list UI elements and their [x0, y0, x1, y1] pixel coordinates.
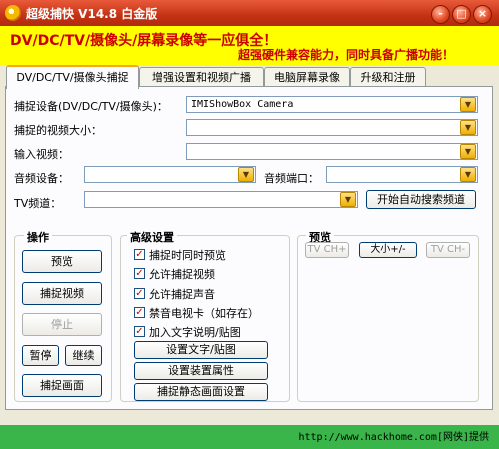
- capture-video-button[interactable]: 捕捉视频: [22, 282, 102, 305]
- device-label: 捕捉设备(DV/DC/TV/摄像头)：: [14, 100, 168, 113]
- stop-button[interactable]: 停止: [22, 313, 102, 336]
- add-text-overlay-checkbox[interactable]: ✓: [134, 326, 145, 337]
- tab-capture[interactable]: DV/DC/TV/摄像头捕捉: [6, 65, 139, 89]
- preview-group: [297, 235, 479, 402]
- audio-port-select[interactable]: [326, 166, 478, 183]
- video-size-label: 捕捉的视频大小：: [14, 124, 102, 137]
- input-video-label: 输入视频：: [14, 148, 69, 161]
- maximize-button[interactable]: □: [452, 5, 471, 24]
- audio-device-select[interactable]: [84, 166, 256, 183]
- audio-port-label: 音频端口：: [264, 172, 319, 185]
- still-capture-settings-button[interactable]: 捕捉静态画面设置: [134, 383, 268, 401]
- chevron-down-icon[interactable]: ▼: [460, 144, 476, 159]
- mute-tv-card-checkbox[interactable]: ✓: [134, 307, 145, 318]
- input-video-select[interactable]: [186, 143, 478, 160]
- app-logo-icon: [5, 5, 21, 21]
- status-bar-text: http://www.hackhome.com[网侠]提供: [298, 432, 489, 443]
- minimize-button[interactable]: -: [431, 5, 450, 24]
- pause-button[interactable]: 暂停: [22, 345, 59, 366]
- tab-screen-recording[interactable]: 电脑屏幕录像: [264, 67, 350, 87]
- mute-tv-card-label: 禁音电视卡（如存在）: [149, 307, 259, 320]
- banner-line-2: 超强硬件兼容能力，同时具备广播功能！: [238, 48, 455, 62]
- chevron-down-icon[interactable]: ▼: [460, 120, 476, 135]
- audio-device-label: 音频设备：: [14, 172, 69, 185]
- tv-channel-up-button[interactable]: TV CH+: [305, 242, 349, 258]
- preview-while-capture-checkbox[interactable]: ✓: [134, 249, 145, 260]
- set-text-overlay-button[interactable]: 设置文字/贴图: [134, 341, 268, 359]
- operations-group-title: 操作: [24, 229, 52, 245]
- allow-capture-video-checkbox[interactable]: ✓: [134, 268, 145, 279]
- chevron-down-icon[interactable]: ▼: [460, 167, 476, 182]
- tv-channel-select[interactable]: [84, 191, 358, 208]
- chevron-down-icon[interactable]: ▼: [340, 192, 356, 207]
- advanced-settings-title: 高级设置: [127, 229, 177, 245]
- resume-button[interactable]: 继续: [65, 345, 102, 366]
- preview-size-button[interactable]: 大小+/-: [359, 242, 417, 258]
- video-size-select[interactable]: [186, 119, 478, 136]
- tab-upgrade-register[interactable]: 升级和注册: [350, 67, 426, 87]
- allow-capture-audio-checkbox[interactable]: ✓: [134, 288, 145, 299]
- preview-while-capture-label: 捕捉时同时预览: [149, 249, 226, 262]
- chevron-down-icon[interactable]: ▼: [238, 167, 254, 182]
- window-title: 超级捕快 V14.8 白金版: [26, 7, 158, 21]
- capture-frame-button[interactable]: 捕捉画面: [22, 374, 102, 397]
- window-bottom-frame: [0, 410, 499, 425]
- tab-enhanced-broadcast[interactable]: 增强设置和视频广播: [139, 67, 264, 87]
- chevron-down-icon[interactable]: ▼: [460, 97, 476, 112]
- device-select[interactable]: IMIShowBox Camera: [186, 96, 478, 113]
- set-device-properties-button[interactable]: 设置装置属性: [134, 362, 268, 380]
- allow-capture-video-label: 允许捕捉视频: [149, 268, 215, 281]
- tv-channel-down-button[interactable]: TV CH-: [426, 242, 470, 258]
- auto-search-channel-button[interactable]: 开始自动搜索频道: [366, 190, 476, 209]
- close-button[interactable]: ×: [473, 5, 492, 24]
- allow-capture-audio-label: 允许捕捉声音: [149, 288, 215, 301]
- tv-channel-label: TV频道：: [14, 197, 62, 210]
- add-text-overlay-label: 加入文字说明/贴图: [149, 326, 241, 339]
- preview-button[interactable]: 预览: [22, 250, 102, 273]
